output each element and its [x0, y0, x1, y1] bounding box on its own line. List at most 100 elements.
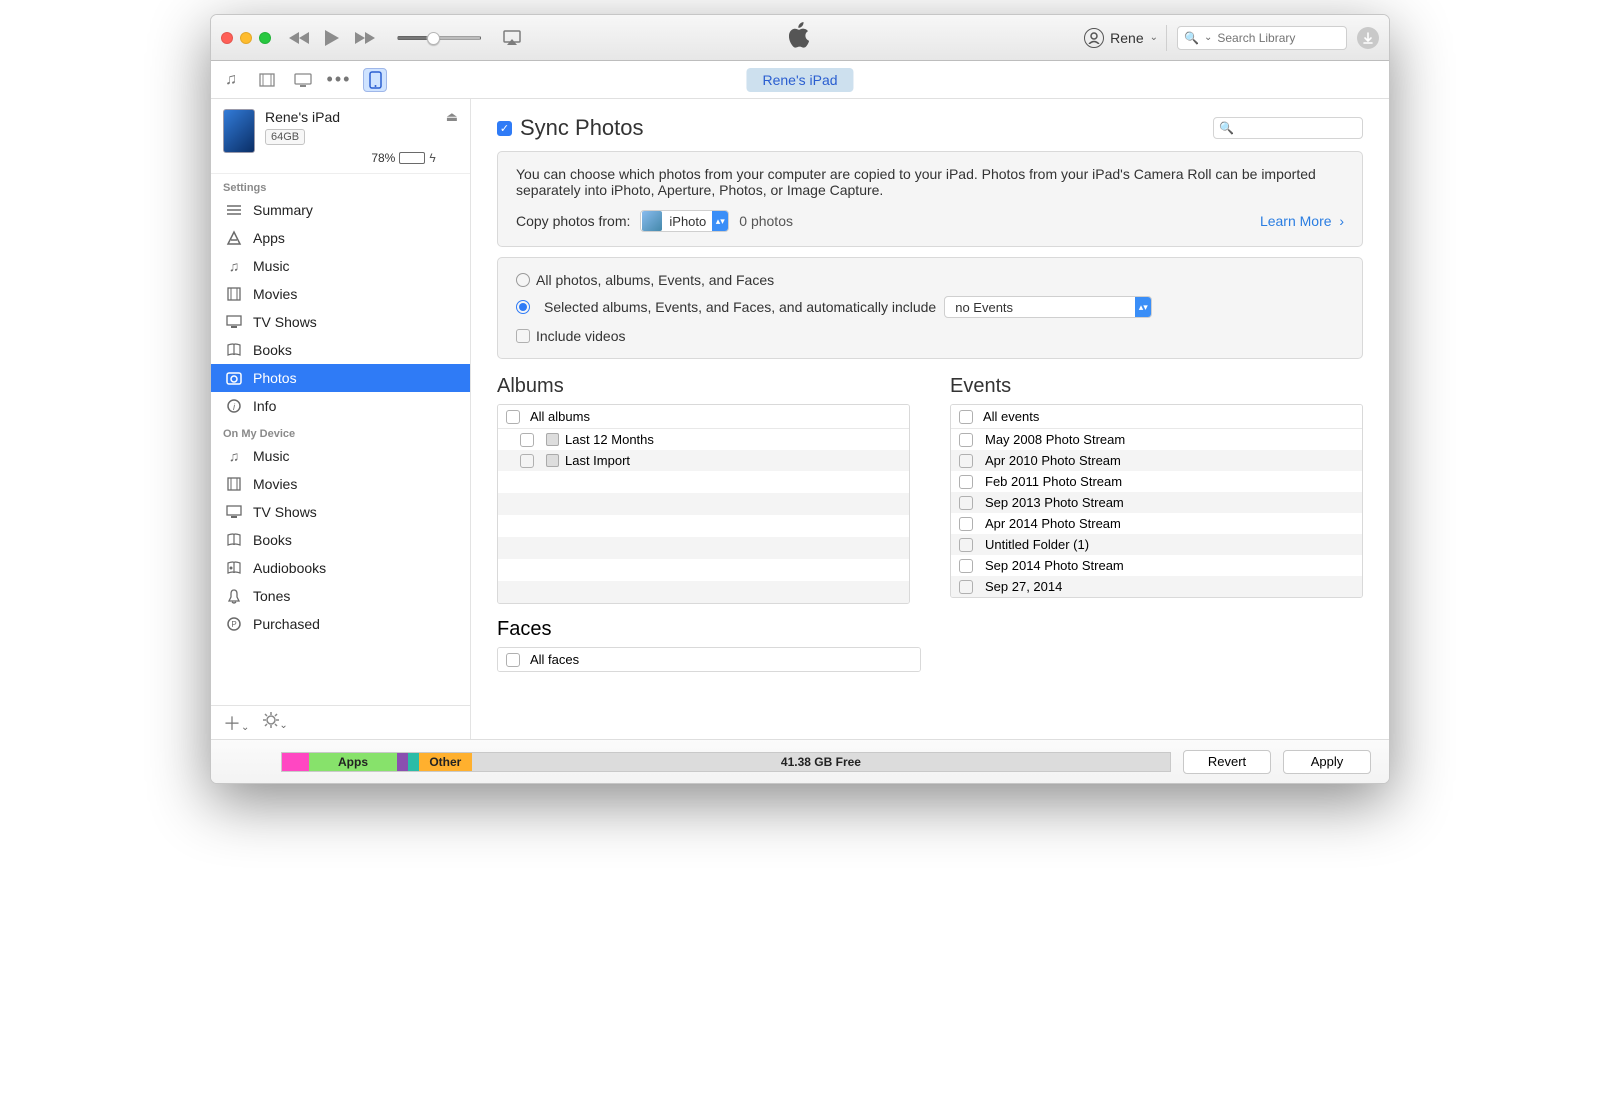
svg-text:P: P: [231, 620, 236, 629]
device-name: Rene's iPad: [265, 109, 436, 125]
eject-button[interactable]: ⏏: [446, 109, 458, 125]
sync-photos-checkbox[interactable]: ✓: [497, 121, 512, 136]
faces-listbox[interactable]: All faces: [497, 647, 921, 672]
list-item[interactable]: Sep 2013 Photo Stream: [951, 492, 1362, 513]
device-name-tab[interactable]: Rene's iPad: [746, 68, 853, 92]
item-checkbox[interactable]: [959, 538, 973, 552]
list-item[interactable]: Apr 2010 Photo Stream: [951, 450, 1362, 471]
albums-listbox[interactable]: All albums Last 12 MonthsLast Import: [497, 404, 910, 604]
downloads-button[interactable]: [1357, 27, 1379, 49]
close-window-button[interactable]: [221, 32, 233, 44]
copy-from-select[interactable]: iPhoto ▴▾: [640, 210, 729, 232]
sidebar-item-label: Info: [253, 398, 276, 414]
all-albums-checkbox[interactable]: [506, 410, 520, 424]
item-checkbox[interactable]: [959, 559, 973, 573]
list-item[interactable]: Feb 2011 Photo Stream: [951, 471, 1362, 492]
add-playlist-button[interactable]: ＋⌄: [223, 710, 249, 736]
next-track-button[interactable]: [353, 30, 375, 46]
storage-segment: [397, 753, 408, 771]
sidebar-footer: ＋⌄ ⌄: [211, 705, 470, 739]
sidebar-item-tv-shows[interactable]: TV Shows: [211, 498, 470, 526]
list-item[interactable]: Last Import: [498, 450, 909, 471]
library-search-input[interactable]: 🔍⌄: [1177, 26, 1347, 50]
music-icon: ♫: [225, 447, 243, 465]
content-search[interactable]: 🔍: [1213, 117, 1363, 139]
sidebar-item-photos[interactable]: Photos: [211, 364, 470, 392]
item-checkbox[interactable]: [520, 433, 534, 447]
sync-photos-heading: ✓ Sync Photos: [497, 115, 644, 141]
include-videos-checkbox[interactable]: [516, 329, 530, 343]
sidebar-item-purchased[interactable]: PPurchased: [211, 610, 470, 638]
list-item[interactable]: Last 12 Months: [498, 429, 909, 450]
content-pane: ✓ Sync Photos 🔍 You can choose which pho…: [471, 99, 1389, 739]
storage-segment: 41.38 GB Free: [472, 753, 1170, 771]
all-events-checkbox[interactable]: [959, 410, 973, 424]
sidebar-item-music[interactable]: ♫Music: [211, 252, 470, 280]
storage-segment: Apps: [309, 753, 398, 771]
books-icon: [225, 341, 243, 359]
list-item[interactable]: Sep 2014 Photo Stream: [951, 555, 1362, 576]
sidebar-item-label: Books: [253, 532, 292, 548]
radio-selected-photos[interactable]: [516, 300, 530, 314]
sidebar-item-label: Audiobooks: [253, 560, 326, 576]
list-item[interactable]: Sep 27, 2014: [951, 576, 1362, 597]
tones-icon: [225, 587, 243, 605]
item-checkbox[interactable]: [959, 454, 973, 468]
all-faces-checkbox[interactable]: [506, 653, 520, 667]
list-item[interactable]: May 2008 Photo Stream: [951, 429, 1362, 450]
search-icon: 🔍: [1219, 121, 1234, 135]
storage-segment: [408, 753, 419, 771]
books-icon: [225, 531, 243, 549]
device-tab-icon[interactable]: [363, 68, 387, 92]
events-listbox[interactable]: All events May 2008 Photo StreamApr 2010…: [950, 404, 1363, 598]
sidebar-item-movies[interactable]: Movies: [211, 280, 470, 308]
select-knob-icon: ▴▾: [712, 211, 728, 231]
search-field[interactable]: [1217, 27, 1372, 49]
sidebar-item-apps[interactable]: Apps: [211, 224, 470, 252]
settings-header: Settings: [211, 174, 470, 196]
tvshows-tab-icon[interactable]: [291, 68, 315, 92]
user-icon: [1084, 28, 1104, 48]
sidebar-item-summary[interactable]: Summary: [211, 196, 470, 224]
movies-icon: [225, 285, 243, 303]
learn-more-link[interactable]: Learn More ›: [1260, 213, 1344, 229]
zoom-window-button[interactable]: [259, 32, 271, 44]
radio-all-photos[interactable]: [516, 273, 530, 287]
sidebar-item-music[interactable]: ♫ Music: [211, 442, 470, 470]
item-checkbox[interactable]: [959, 496, 973, 510]
item-checkbox[interactable]: [959, 433, 973, 447]
item-checkbox[interactable]: [959, 580, 973, 594]
sidebar-item-tones[interactable]: Tones: [211, 582, 470, 610]
auto-include-select[interactable]: no Events ▴▾: [944, 296, 1152, 318]
user-menu[interactable]: Rene ⌄: [1076, 25, 1167, 51]
item-checkbox[interactable]: [959, 517, 973, 531]
play-button[interactable]: [323, 28, 341, 48]
airplay-button[interactable]: [503, 30, 521, 46]
movies-tab-icon[interactable]: [255, 68, 279, 92]
minimize-window-button[interactable]: [240, 32, 252, 44]
item-checkbox[interactable]: [520, 454, 534, 468]
photo-count: 0 photos: [739, 213, 793, 229]
music-tab-icon[interactable]: ♫: [219, 68, 243, 92]
list-item[interactable]: Apr 2014 Photo Stream: [951, 513, 1362, 534]
sidebar-item-label: Movies: [253, 476, 297, 492]
apply-button[interactable]: Apply: [1283, 750, 1371, 774]
list-item[interactable]: Untitled Folder (1): [951, 534, 1362, 555]
sidebar-item-books[interactable]: Books: [211, 526, 470, 554]
movies-icon: [225, 475, 243, 493]
item-checkbox[interactable]: [959, 475, 973, 489]
purchased-icon: P: [225, 615, 243, 633]
volume-slider[interactable]: [397, 36, 481, 40]
sidebar-item-books[interactable]: Books: [211, 336, 470, 364]
sidebar-item-info[interactable]: iInfo: [211, 392, 470, 420]
storage-bar: AppsOther41.38 GB Free: [281, 752, 1171, 772]
actions-gear-button[interactable]: ⌄: [263, 712, 287, 733]
sidebar-item-label: Music: [253, 448, 290, 464]
sidebar-item-movies[interactable]: Movies: [211, 470, 470, 498]
sidebar-item-tv-shows[interactable]: TV Shows: [211, 308, 470, 336]
more-tab-button[interactable]: •••: [327, 68, 351, 92]
sidebar-item-label: Apps: [253, 230, 285, 246]
sidebar-item-audiobooks[interactable]: Audiobooks: [211, 554, 470, 582]
prev-track-button[interactable]: [289, 30, 311, 46]
revert-button[interactable]: Revert: [1183, 750, 1271, 774]
